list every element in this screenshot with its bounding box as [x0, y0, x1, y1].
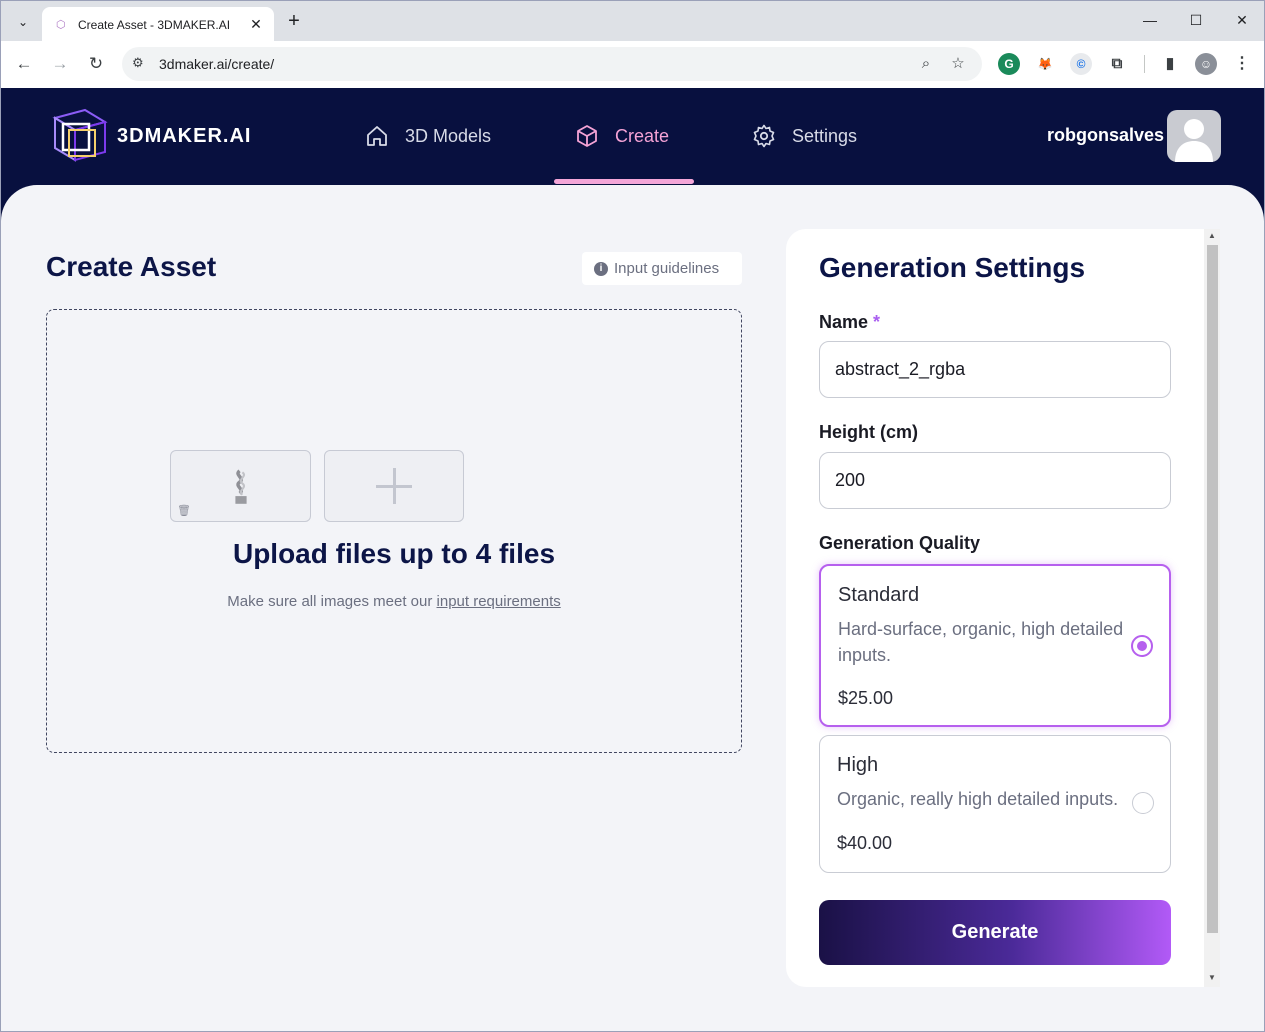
quality-option-standard[interactable]: Standard Hard-surface, organic, high det…	[819, 564, 1171, 727]
chevron-down-icon: ⌄	[17, 15, 29, 29]
profile-avatar-icon[interactable]: ☺	[1195, 53, 1217, 75]
upload-subtitle: Make sure all images meet our input requ…	[47, 593, 741, 610]
input-requirements-link[interactable]: input requirements	[437, 593, 561, 610]
option-name: High	[837, 754, 879, 776]
input-guidelines-label: Input guidelines	[614, 260, 720, 277]
new-tab-button[interactable]: +	[283, 10, 305, 32]
generation-settings-panel: Generation Settings Name * abstract_2_rg…	[786, 229, 1204, 987]
extension-icon[interactable]: ©	[1070, 53, 1092, 75]
upload-dropzone[interactable]: 🗑 Upload files up to 4 files Make sure a…	[46, 309, 742, 753]
side-panel-icon[interactable]: ▮	[1159, 53, 1181, 75]
quality-label: Generation Quality	[819, 533, 981, 553]
scroll-up-icon[interactable]: ▲	[1208, 231, 1216, 240]
uploaded-image-thumbnail[interactable]: 🗑	[170, 450, 311, 522]
toolbar-divider	[1144, 55, 1145, 73]
kebab-menu-icon[interactable]: ⋮	[1231, 53, 1253, 75]
cube-favicon-icon: ⬡	[56, 18, 66, 31]
nav-3d-models[interactable]: 3D Models	[365, 124, 491, 148]
browser-tab[interactable]: ⬡ Create Asset - 3DMAKER.AI ✕	[42, 7, 274, 42]
option-name: Standard	[838, 584, 920, 606]
page-title: Create Asset	[46, 251, 217, 282]
cube-icon	[577, 125, 597, 147]
nav-label: Create	[615, 125, 670, 146]
forward-icon[interactable]: →	[48, 52, 72, 76]
input-guidelines-button[interactable]: i Input guidelines	[582, 252, 742, 285]
name-field[interactable]: abstract_2_rgba	[819, 341, 1171, 398]
metamask-extension-icon[interactable]: 🦊	[1034, 53, 1056, 75]
reload-icon[interactable]: ↻	[84, 52, 108, 76]
option-price: $40.00	[837, 833, 893, 853]
active-nav-indicator	[554, 179, 694, 184]
browser-toolbar: ← → ↻ ⚙ 3dmaker.ai/create/ ⌕ ☆ G 🦊 © ⧉ ▮…	[0, 41, 1265, 88]
back-icon[interactable]: ←	[12, 52, 36, 76]
upload-title: Upload files up to 4 files	[232, 538, 556, 569]
logo-cube-icon[interactable]	[45, 108, 109, 164]
gear-icon	[753, 124, 775, 148]
brand-name[interactable]: 3DMAKER.AI	[117, 125, 251, 148]
nav-settings[interactable]: Settings	[752, 124, 857, 148]
scroll-down-icon[interactable]: ▼	[1208, 973, 1216, 982]
person-icon	[1175, 119, 1213, 162]
tab-title: Create Asset - 3DMAKER.AI	[78, 17, 231, 32]
close-tab-icon[interactable]: ✕	[248, 16, 264, 33]
quality-option-high[interactable]: High Organic, really high detailed input…	[819, 735, 1171, 873]
option-price: $25.00	[838, 688, 894, 708]
url-text: 3dmaker.ai/create/	[159, 56, 275, 72]
app-root: 3DMAKER.AI 3D Models Create Settings rob…	[0, 88, 1265, 1032]
grammarly-extension-icon[interactable]: G	[998, 53, 1020, 75]
user-avatar[interactable]	[1167, 110, 1221, 162]
sculpture-image	[235, 469, 247, 504]
site-info-icon[interactable]: ⚙	[132, 55, 144, 71]
height-field[interactable]: 200	[819, 452, 1171, 509]
upload-sub-text: Make sure all images meet our	[227, 593, 433, 610]
browser-tabstrip: ⌄ ⬡ Create Asset - 3DMAKER.AI ✕ + — ☐ ✕	[0, 0, 1265, 42]
home-icon	[367, 126, 387, 146]
nav-label: Settings	[792, 125, 858, 146]
nav-label: 3D Models	[405, 125, 492, 146]
panel-title: Generation Settings	[819, 252, 1086, 283]
info-icon: i	[594, 261, 608, 276]
option-description: Hard-surface, organic, high detailed inp…	[838, 619, 1124, 665]
radio-high[interactable]	[1132, 792, 1154, 814]
extensions-puzzle-icon[interactable]: ⧉	[1106, 53, 1128, 75]
main-content: Create Asset i Input guidelines 🗑 Upload…	[1, 185, 1264, 1031]
name-label: Name *	[819, 312, 880, 333]
minimize-icon[interactable]: —	[1139, 9, 1161, 31]
required-mark: *	[873, 312, 881, 332]
add-image-button[interactable]	[324, 450, 464, 522]
maximize-icon[interactable]: ☐	[1185, 9, 1207, 31]
tab-search-button[interactable]: ⌄	[10, 9, 36, 35]
generate-button[interactable]: Generate	[819, 900, 1171, 965]
option-description: Organic, really high detailed inputs.	[837, 789, 1119, 809]
trash-icon[interactable]: 🗑	[177, 504, 191, 517]
panel-scrollbar[interactable]: ▲ ▼	[1204, 229, 1220, 987]
zoom-icon[interactable]: ⌕	[916, 54, 936, 74]
address-bar[interactable]: ⚙ 3dmaker.ai/create/ ⌕ ☆	[122, 47, 982, 81]
height-label: Height (cm)	[819, 422, 918, 442]
bookmark-star-icon[interactable]: ☆	[948, 54, 968, 74]
radio-standard[interactable]	[1131, 635, 1153, 657]
window-close-icon[interactable]: ✕	[1231, 9, 1253, 31]
username[interactable]: robgonsalves	[1047, 125, 1164, 146]
name-label-text: Name	[819, 312, 869, 332]
nav-create[interactable]: Create	[575, 124, 669, 148]
plus-icon	[376, 468, 412, 504]
scrollbar-thumb[interactable]	[1207, 245, 1218, 933]
